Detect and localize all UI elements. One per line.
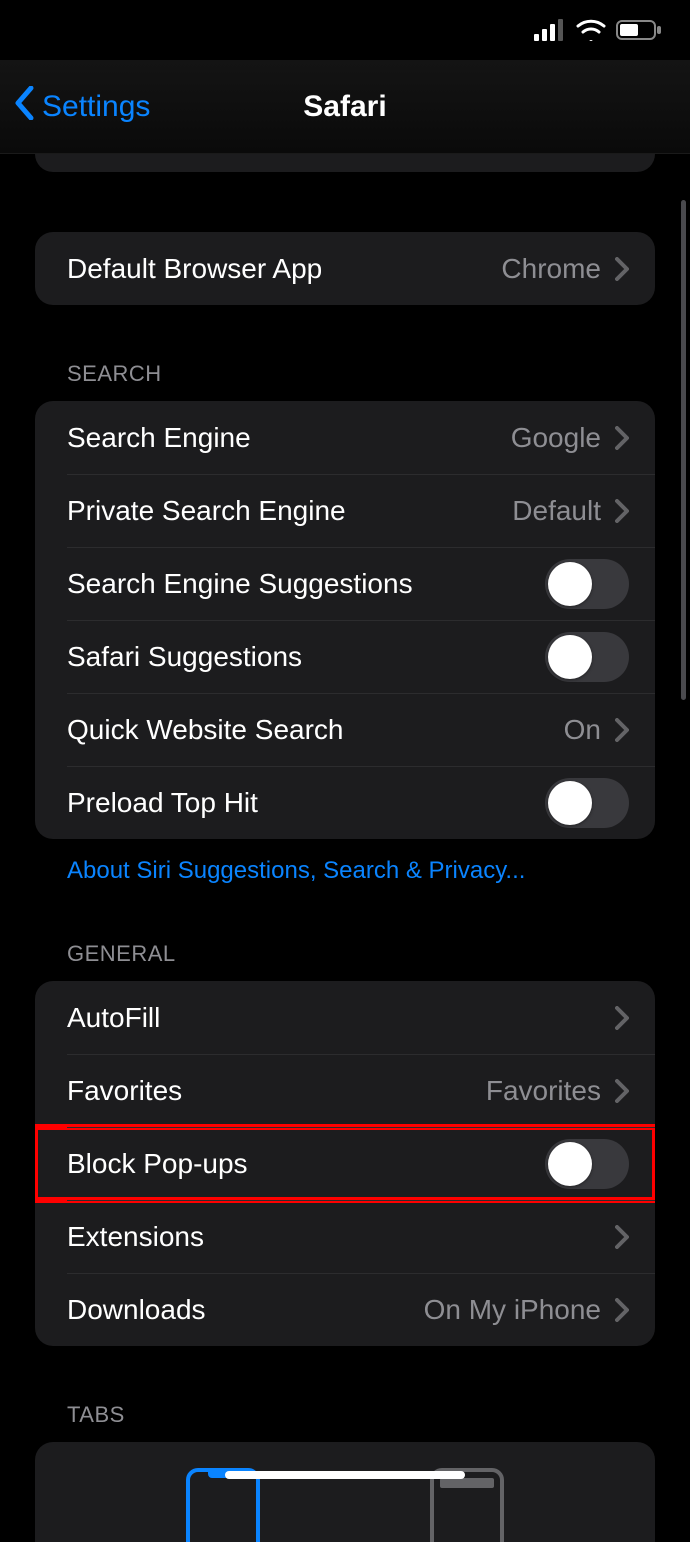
default-browser-row[interactable]: Default Browser App Chrome <box>35 232 655 305</box>
row-label: Extensions <box>67 1221 615 1253</box>
row-value: Favorites <box>486 1075 601 1107</box>
chevron-right-icon <box>615 718 629 742</box>
siri-suggestions-privacy-link[interactable]: About Siri Suggestions, Search & Privacy… <box>35 839 655 885</box>
default-browser-group: Default Browser App Chrome <box>35 232 655 305</box>
search-header: SEARCH <box>35 361 655 401</box>
general-group: AutoFill Favorites Favorites Block Pop-u… <box>35 981 655 1346</box>
search-engine-suggestions-row: Search Engine Suggestions <box>35 547 655 620</box>
chevron-right-icon <box>615 426 629 450</box>
search-engine-suggestions-toggle[interactable] <box>545 559 629 609</box>
scroll-indicator[interactable] <box>681 200 686 700</box>
tabs-header: TABS <box>35 1402 655 1442</box>
cellular-icon <box>534 19 566 41</box>
chevron-right-icon <box>615 1006 629 1030</box>
search-engine-row[interactable]: Search Engine Google <box>35 401 655 474</box>
row-label: Private Search Engine <box>67 495 512 527</box>
chevron-right-icon <box>615 1225 629 1249</box>
row-label: Downloads <box>67 1294 424 1326</box>
favorites-row[interactable]: Favorites Favorites <box>35 1054 655 1127</box>
row-label: Quick Website Search <box>67 714 564 746</box>
chevron-left-icon <box>14 86 34 128</box>
row-label: Block Pop-ups <box>67 1148 545 1180</box>
private-search-engine-row[interactable]: Private Search Engine Default <box>35 474 655 547</box>
wifi-icon <box>576 19 606 41</box>
downloads-row[interactable]: Downloads On My iPhone <box>35 1273 655 1346</box>
row-label: Safari Suggestions <box>67 641 545 673</box>
tab-layout-option-separate[interactable] <box>430 1468 504 1542</box>
content: Default Browser App Chrome SEARCH Search… <box>0 154 690 1542</box>
extensions-row[interactable]: Extensions <box>35 1200 655 1273</box>
row-label: Preload Top Hit <box>67 787 545 819</box>
status-bar <box>0 0 690 60</box>
chevron-right-icon <box>615 257 629 281</box>
chevron-right-icon <box>615 1298 629 1322</box>
row-value: On <box>564 714 601 746</box>
preload-top-hit-toggle[interactable] <box>545 778 629 828</box>
partial-previous-card <box>35 154 655 172</box>
tab-layout-option-compact[interactable] <box>186 1468 260 1542</box>
chevron-right-icon <box>615 499 629 523</box>
tabs-group <box>35 1442 655 1542</box>
row-value: Google <box>511 422 601 454</box>
autofill-row[interactable]: AutoFill <box>35 981 655 1054</box>
safari-suggestions-row: Safari Suggestions <box>35 620 655 693</box>
row-label: AutoFill <box>67 1002 615 1034</box>
row-value: Chrome <box>501 253 601 285</box>
general-header: GENERAL <box>35 941 655 981</box>
chevron-right-icon <box>615 1079 629 1103</box>
row-label: Default Browser App <box>67 253 501 285</box>
row-value: Default <box>512 495 601 527</box>
nav-bar: Settings Safari <box>0 60 690 154</box>
battery-icon <box>616 19 662 41</box>
row-value: On My iPhone <box>424 1294 601 1326</box>
home-indicator[interactable] <box>225 1471 465 1479</box>
safari-suggestions-toggle[interactable] <box>545 632 629 682</box>
block-popups-row: Block Pop-ups <box>35 1127 655 1200</box>
row-label: Search Engine Suggestions <box>67 568 545 600</box>
search-group: Search Engine Google Private Search Engi… <box>35 401 655 839</box>
row-label: Search Engine <box>67 422 511 454</box>
row-label: Favorites <box>67 1075 486 1107</box>
block-popups-toggle[interactable] <box>545 1139 629 1189</box>
back-button[interactable]: Settings <box>14 60 150 153</box>
quick-website-search-row[interactable]: Quick Website Search On <box>35 693 655 766</box>
preload-top-hit-row: Preload Top Hit <box>35 766 655 839</box>
back-label: Settings <box>42 90 150 124</box>
